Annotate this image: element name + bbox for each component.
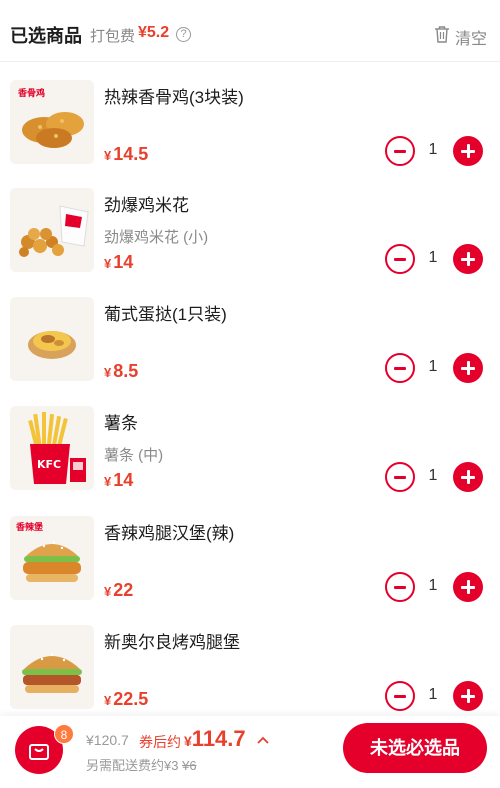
decrease-quantity-button[interactable]: [385, 572, 415, 602]
quantity-stepper: 1: [385, 681, 485, 711]
delivery-fee-note: 另需配送费约¥3 ¥6: [86, 758, 197, 773]
svg-text:香骨鸡: 香骨鸡: [17, 87, 45, 99]
quantity-value: 1: [428, 141, 438, 158]
quantity-stepper: 1: [385, 572, 485, 602]
fries-image: KFC: [10, 406, 94, 490]
item-name: 葡式蛋挞(1只装): [104, 305, 227, 324]
original-total: ¥120.7: [86, 732, 129, 748]
increase-quantity-button[interactable]: [453, 572, 483, 602]
decrease-quantity-button[interactable]: [385, 353, 415, 383]
item-price: ¥8.5: [104, 361, 139, 381]
increase-quantity-button[interactable]: [453, 462, 483, 492]
decrease-quantity-button[interactable]: [385, 244, 415, 274]
checkout-bar: 8 ¥120.7 券后约 ¥114.7 另需配送费约¥3 ¥6 未选必选品: [0, 716, 500, 788]
svg-text:KFC: KFC: [37, 458, 61, 471]
shopping-bag-icon: [29, 744, 49, 760]
cart-item: 香骨鸡 热辣香骨鸡(3块装) ¥14.5 1: [0, 80, 500, 190]
cart-count-badge: 8: [54, 724, 74, 744]
quantity-value: 1: [428, 249, 438, 266]
increase-quantity-button[interactable]: [453, 244, 483, 274]
item-name: 热辣香骨鸡(3块装): [104, 88, 244, 107]
quantity-stepper: 1: [385, 136, 485, 166]
svg-text:香辣堡: 香辣堡: [15, 521, 43, 533]
item-spec: 劲爆鸡米花 (小): [104, 229, 209, 246]
question-help-icon[interactable]: ?: [176, 27, 191, 42]
increase-quantity-button[interactable]: [453, 681, 483, 711]
orleans-burger-image: [10, 625, 94, 709]
packing-fee-value: ¥5.2: [138, 24, 170, 41]
quantity-stepper: 1: [385, 462, 485, 492]
item-name: 薯条: [104, 414, 138, 433]
cart-header: 已选商品 打包费 ¥5.2 ? 清空: [0, 0, 500, 62]
decrease-quantity-button[interactable]: [385, 681, 415, 711]
chevron-up-icon[interactable]: [257, 736, 269, 744]
cart-item: 劲爆鸡米花 劲爆鸡米花 (小) ¥14 1: [0, 188, 500, 298]
coupon-price-label: 券后约: [139, 734, 181, 750]
item-name: 香辣鸡腿汉堡(辣): [104, 524, 235, 543]
cart-item: 香辣堡 香辣鸡腿汉堡(辣) ¥22 1: [0, 516, 500, 626]
increase-quantity-button[interactable]: [453, 353, 483, 383]
item-price: ¥22.5: [104, 689, 149, 709]
spicy-chicken-image: 香骨鸡: [10, 80, 94, 164]
selected-items-title: 已选商品: [10, 26, 82, 46]
item-spec: 薯条 (中): [104, 447, 164, 464]
egg-tart-image: [10, 297, 94, 381]
clear-cart-button[interactable]: 清空: [455, 25, 487, 49]
item-price: ¥14.5: [104, 144, 149, 164]
quantity-stepper: 1: [385, 244, 485, 274]
cart-item: KFC 薯条 薯条 (中) ¥14 1: [0, 406, 500, 516]
final-total: ¥114.7: [184, 726, 246, 751]
quantity-stepper: 1: [385, 353, 485, 383]
decrease-quantity-button[interactable]: [385, 462, 415, 492]
quantity-value: 1: [428, 358, 438, 375]
item-price: ¥14: [104, 252, 134, 272]
popcorn-chicken-image: [10, 188, 94, 272]
quantity-value: 1: [428, 467, 438, 484]
spicy-burger-image: 香辣堡: [10, 516, 94, 600]
cart-item: 葡式蛋挞(1只装) ¥8.5 1: [0, 297, 500, 407]
checkout-button[interactable]: 未选必选品: [343, 723, 487, 773]
quantity-value: 1: [428, 686, 438, 703]
quantity-value: 1: [428, 577, 438, 594]
item-name: 新奥尔良烤鸡腿堡: [104, 633, 240, 652]
increase-quantity-button[interactable]: [453, 136, 483, 166]
decrease-quantity-button[interactable]: [385, 136, 415, 166]
item-price: ¥14: [104, 470, 134, 490]
item-name: 劲爆鸡米花: [104, 196, 189, 215]
packing-fee-label: 打包费: [90, 28, 136, 45]
trash-icon[interactable]: [434, 25, 450, 43]
item-price: ¥22: [104, 580, 134, 600]
